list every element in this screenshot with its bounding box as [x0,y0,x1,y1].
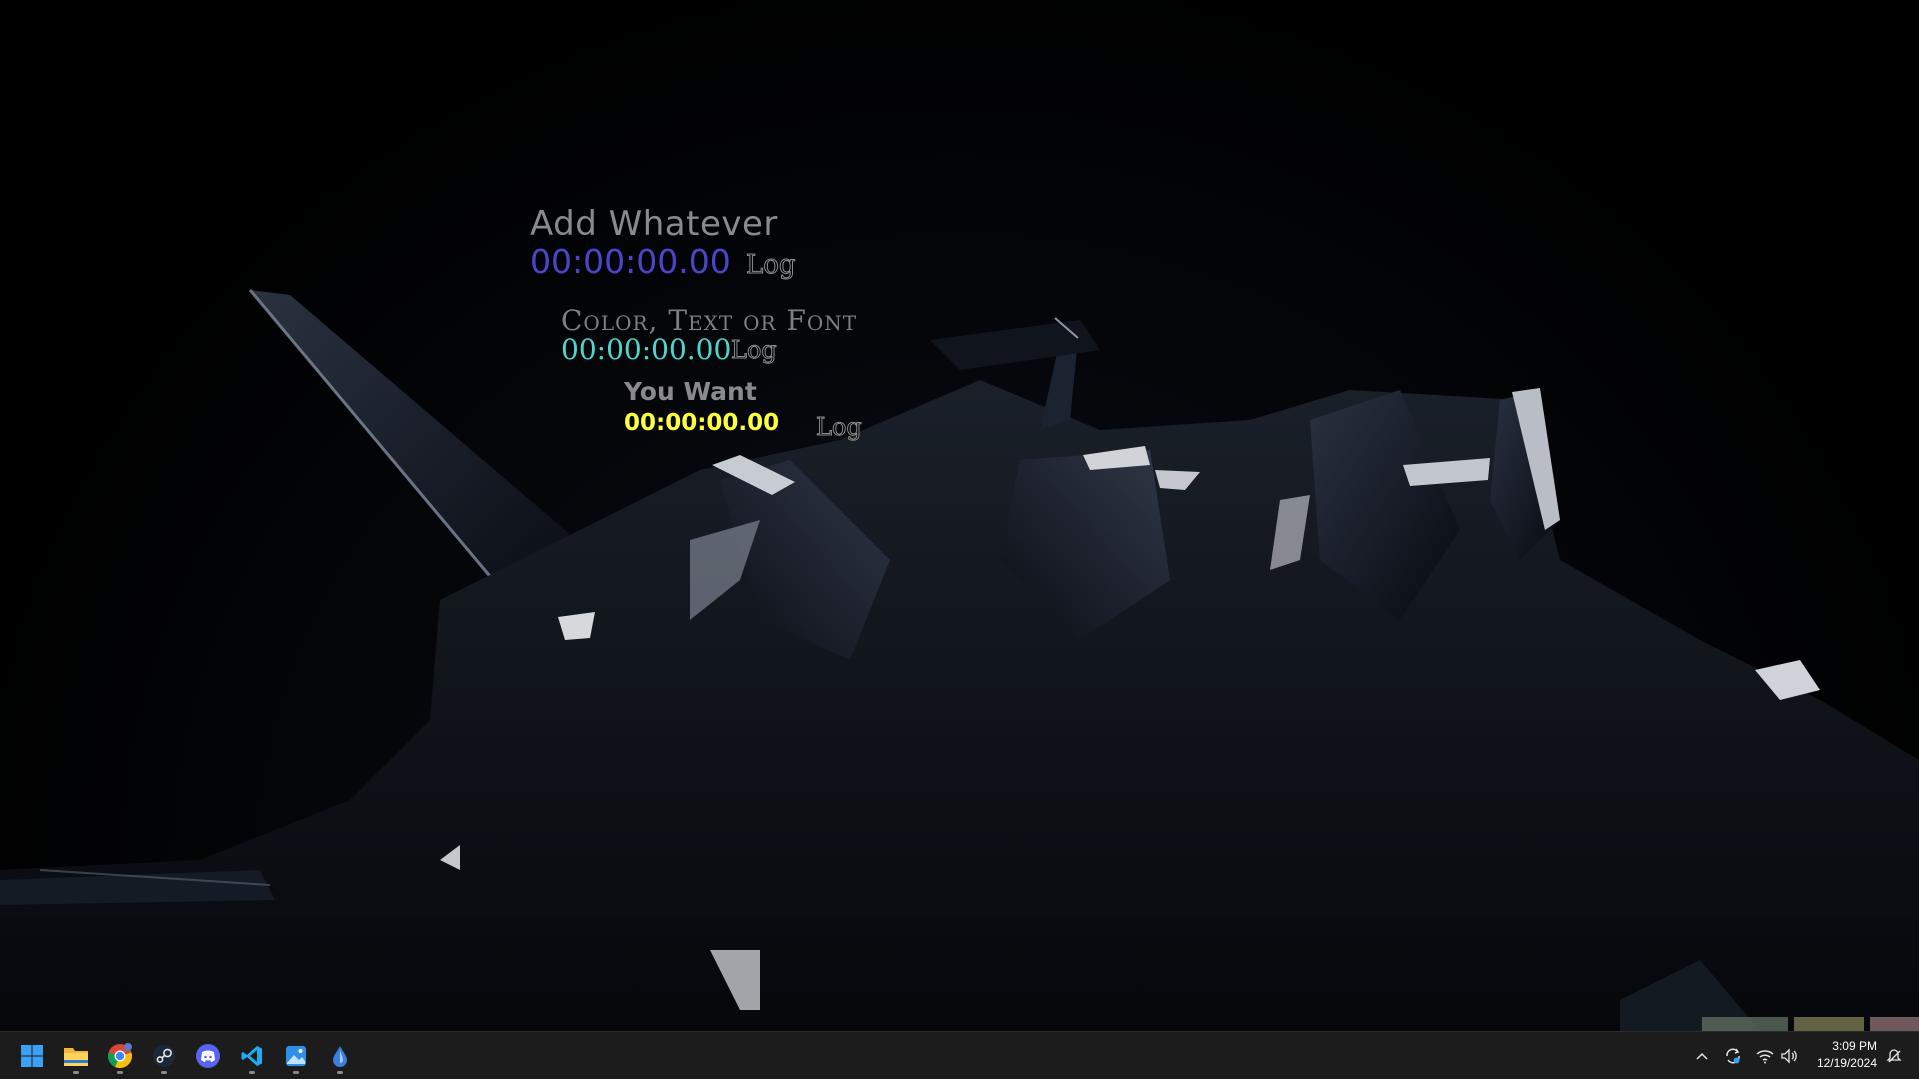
stopwatch-time[interactable]: 00:00:00.00 [624,410,779,436]
clock-time: 3:09 PM [1832,1039,1877,1053]
chrome-icon[interactable] [104,1040,136,1074]
stopwatch-time[interactable]: 00:00:00.00 [561,333,731,366]
desktop[interactable]: Add Whatever 00:00:00.00 Log Color, Text… [0,0,1919,1031]
log-button[interactable]: Log [816,413,863,442]
notification-icon[interactable] [1884,1046,1904,1066]
volume-icon[interactable] [1779,1046,1799,1066]
steam-icon[interactable] [148,1040,180,1074]
chevron-up-icon[interactable] [1692,1046,1712,1066]
system-clock[interactable]: 3:09 PM 12/19/2024 [1817,1038,1877,1072]
taskbar: 3:09 PM 12/19/2024 [0,1031,1919,1079]
stopwatch-time[interactable]: 00:00:00.00 [530,242,731,281]
discord-icon[interactable] [192,1040,224,1072]
sync-icon[interactable] [1723,1046,1743,1066]
crystal-wallpaper [0,289,1919,1031]
window-peek-thumbnails[interactable] [1700,1015,1919,1031]
log-button[interactable]: Log [746,250,797,281]
widget-title: You Want [624,377,757,406]
clock-date: 12/19/2024 [1816,1056,1877,1070]
wifi-icon[interactable] [1755,1046,1775,1066]
photos-icon[interactable] [280,1040,312,1074]
folder-icon[interactable] [60,1040,92,1074]
droplet-icon[interactable] [324,1040,356,1074]
log-button[interactable]: Log [731,336,778,365]
vscode-icon[interactable] [236,1040,268,1074]
widget-title: Add Whatever [530,204,778,244]
windows-start-icon[interactable] [16,1040,48,1072]
